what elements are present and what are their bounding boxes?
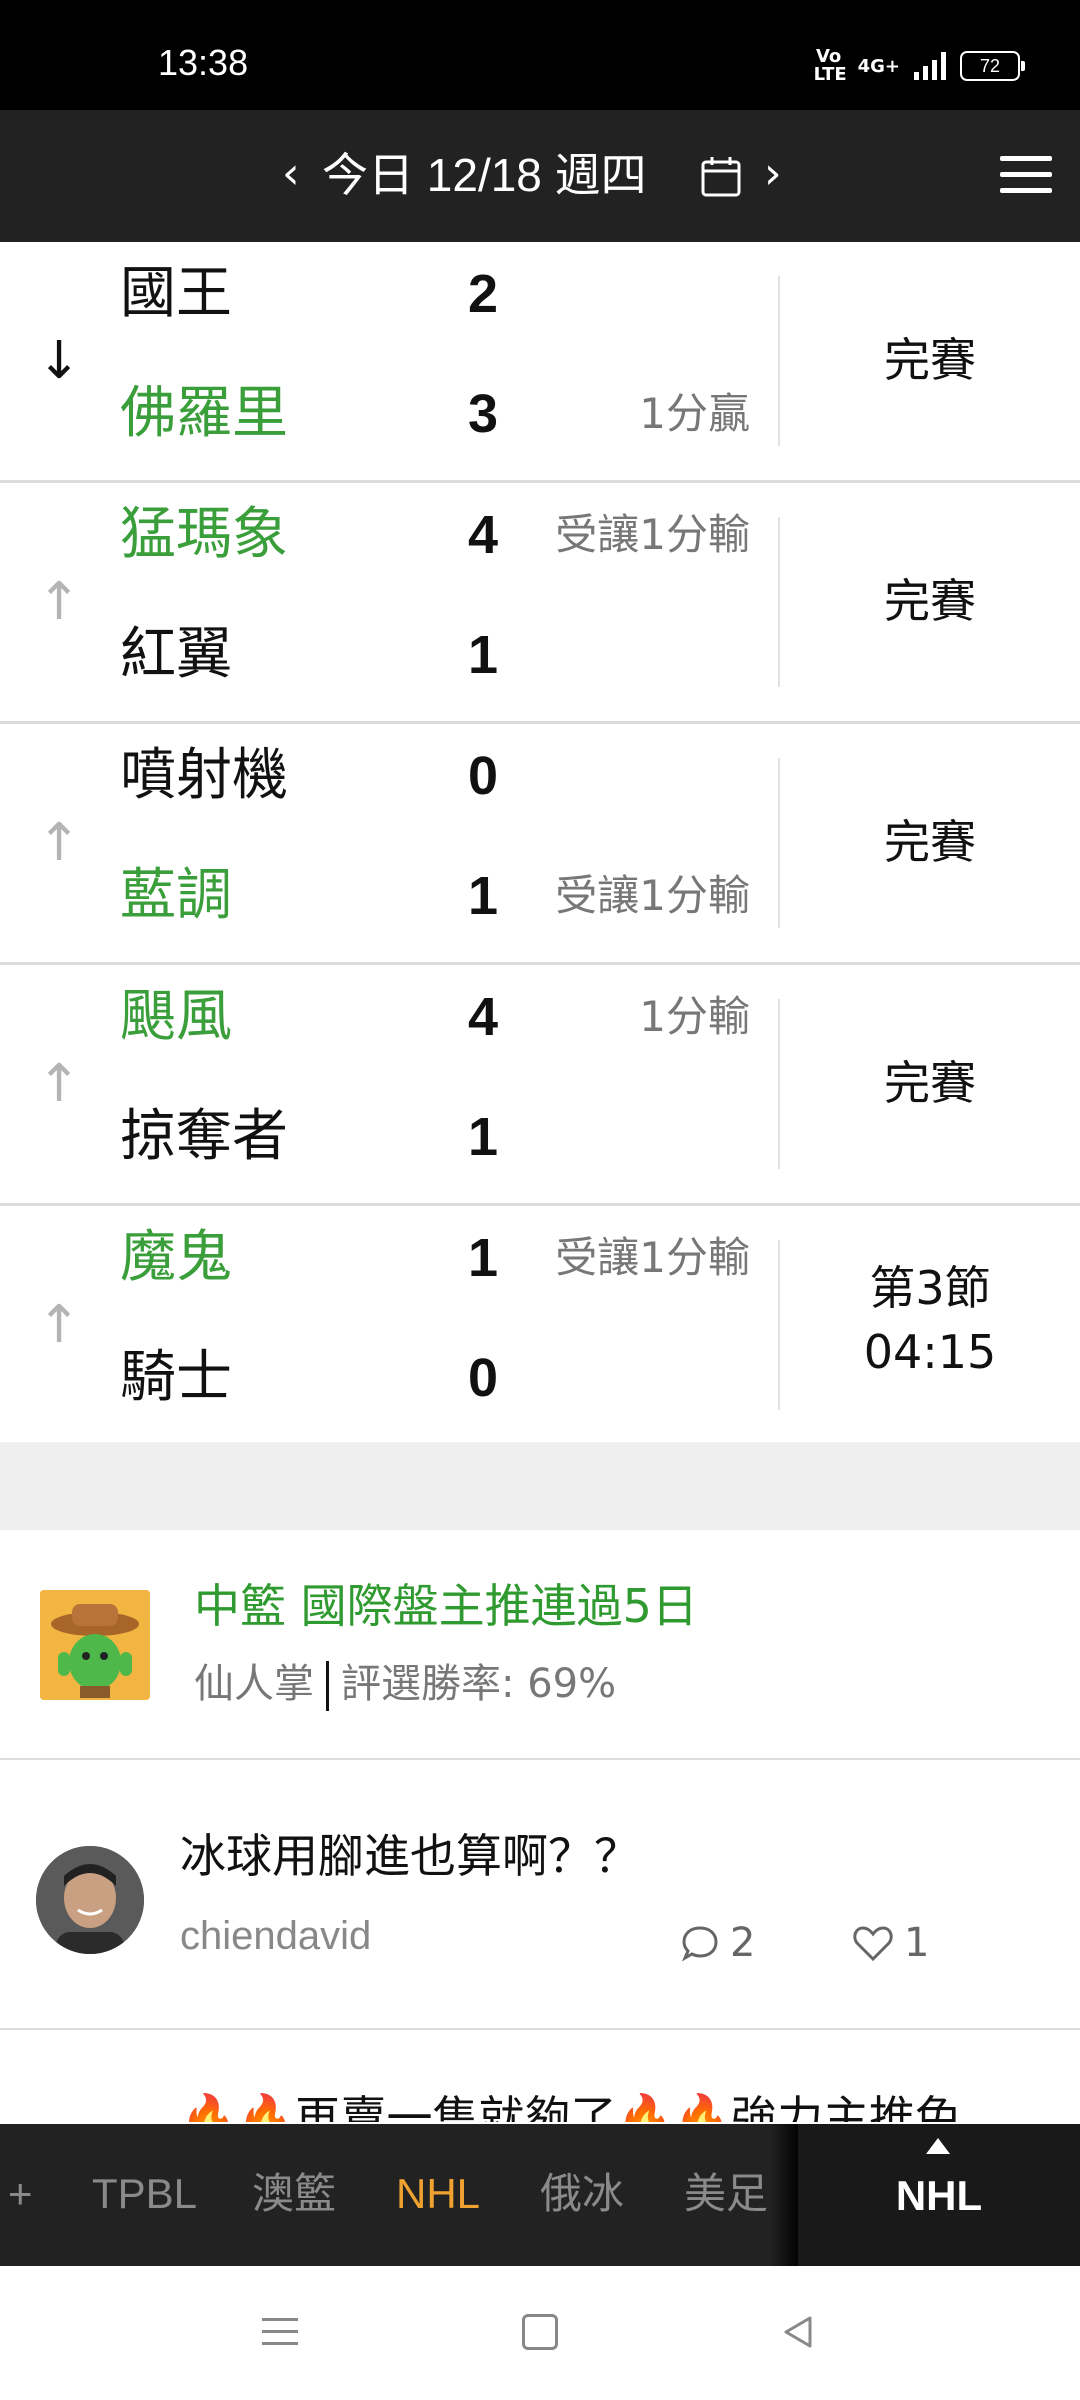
recent-apps-icon[interactable] [262,2312,302,2352]
post-title[interactable]: 🔥🔥再賣一隻就夠了🔥🔥強力主推兔 [180,2088,961,2122]
next-day-button[interactable]: › [764,152,804,198]
arrow-up-icon: ↑ [37,1054,81,1114]
game-row[interactable]: ↑ 猛瑪象 4 受讓1分輸 紅翼 1 完賽 [0,483,1080,724]
game-clock: 04:15 [863,1325,997,1379]
team-name: 國王 [120,261,232,326]
spread-result: 受讓1分輸 [555,871,750,920]
arrow-down-icon: ↓ [37,331,81,391]
game-row[interactable]: ↓ 國王 2 佛羅里 3 1分贏 完賽 [0,242,1080,483]
team-score: 3 [468,384,499,444]
team-score: 2 [468,264,499,324]
team-name: 噴射機 [120,743,288,808]
game-status: 完賽 [884,574,976,628]
home-icon[interactable] [522,2314,558,2350]
spread-result: 1分輸 [639,992,750,1041]
team-score: 4 [468,987,499,1047]
hamburger-menu-icon[interactable] [1000,156,1054,196]
tab-nhl[interactable]: NHL [396,2168,480,2220]
user-avatar [36,1846,144,1954]
like-count[interactable]: 1 [852,1920,929,1966]
post-title[interactable]: 冰球用腳進也算啊？？ [180,1826,640,1886]
promo-card[interactable]: 中籃 國際盤主推連過5日 仙人掌 評選勝率: 69% [0,1530,1080,1761]
team-name: 颶風 [120,984,232,1049]
like-count-value: 1 [904,1920,930,1966]
tab-fade [770,2124,800,2266]
heart-icon [853,1926,893,1962]
spread-result: 1分贏 [639,389,750,438]
comment-count-value: 2 [730,1920,756,1966]
promo-title[interactable]: 中籃 國際盤主推連過5日 [194,1576,698,1636]
system-navigation-bar [0,2266,1080,2400]
team-score: 1 [468,866,499,926]
team-score: 1 [468,625,499,685]
spread-result: 受讓1分輸 [555,510,750,559]
game-status: 完賽 [884,815,976,869]
date-label[interactable]: 今日 12/18 週四 [322,150,647,200]
promo-win-rate: 評選勝率: 69% [341,1661,617,1707]
game-row[interactable]: ↑ 颶風 4 1分輸 掠奪者 1 完賽 [0,965,1080,1206]
promo-author: 仙人掌 [194,1661,314,1707]
arrow-up-icon: ↑ [37,1295,81,1355]
comment-icon [681,1926,718,1962]
status-bar: 13:38 Vo LTE 4G+ 72 [0,0,1080,110]
calendar-icon[interactable] [700,154,742,198]
tab-tpbl[interactable]: TPBL [92,2168,197,2220]
promo-meta: 仙人掌 評選勝率: 69% [194,1658,616,1711]
game-status: 完賽 [884,1056,976,1110]
battery-icon: 72 [960,51,1025,81]
game-row[interactable]: ↑ 魔鬼 1 受讓1分輸 騎士 0 第3節 04:15 [0,1206,1080,1447]
comment-count[interactable]: 2 [680,1920,755,1966]
post-username[interactable]: chiendavid [180,1910,371,1962]
add-league-button[interactable]: + [8,2168,33,2220]
team-name: 掠奪者 [120,1104,288,1169]
tab-american-football[interactable]: 美足 [684,2168,768,2220]
volte-icon: Vo LTE [813,46,847,85]
team-name: 紅翼 [120,622,232,687]
current-league-label: NHL [895,2172,983,2219]
current-league-selector[interactable]: NHL [798,2124,1080,2266]
back-icon[interactable] [778,2312,818,2352]
arrow-up-icon: ↑ [37,813,81,873]
arrow-up-icon: ↑ [37,572,81,632]
network-type: 4G+ [857,55,900,77]
cactus-avatar-icon [40,1590,150,1700]
league-tab-bar: + TPBL 澳籃 NHL 俄冰 美足 NHL [0,2124,1080,2266]
forum-post[interactable]: 冰球用腳進也算啊？？ chiendavid 2 1 [0,1760,1080,2031]
team-name: 佛羅里 [120,381,288,446]
status-time: 13:38 [158,42,249,83]
separator [326,1661,329,1711]
team-name: 騎士 [120,1345,232,1410]
status-icons: Vo LTE 4G+ 72 [813,46,1025,85]
team-name: 藍調 [120,863,232,928]
signal-icon [914,52,946,80]
team-score: 1 [468,1107,499,1167]
games-list: ↓ 國王 2 佛羅里 3 1分贏 完賽 ↑ 猛瑪象 4 受讓1分輸 紅翼 1 完… [0,242,1080,1447]
team-score: 0 [468,1348,499,1408]
previous-day-button[interactable]: ‹ [282,152,322,198]
team-score: 0 [468,746,499,806]
tab-aus-basketball[interactable]: 澳籃 [252,2168,336,2220]
team-name: 魔鬼 [120,1225,232,1290]
game-status: 完賽 [884,333,976,387]
team-score: 4 [468,505,499,565]
forum-post[interactable]: 🔥🔥再賣一隻就夠了🔥🔥強力主推兔 [0,2030,1080,2122]
team-score: 1 [468,1228,499,1288]
date-navigation-bar: ‹ 今日 12/18 週四 › [0,110,1080,242]
tab-russian-hockey[interactable]: 俄冰 [540,2168,624,2220]
section-spacer [0,1442,1080,1532]
team-name: 猛瑪象 [120,502,288,567]
game-period: 第3節 [869,1261,991,1315]
spread-result: 受讓1分輸 [555,1233,750,1282]
game-row[interactable]: ↑ 噴射機 0 藍調 1 受讓1分輸 完賽 [0,724,1080,965]
caret-up-icon [926,2138,950,2154]
